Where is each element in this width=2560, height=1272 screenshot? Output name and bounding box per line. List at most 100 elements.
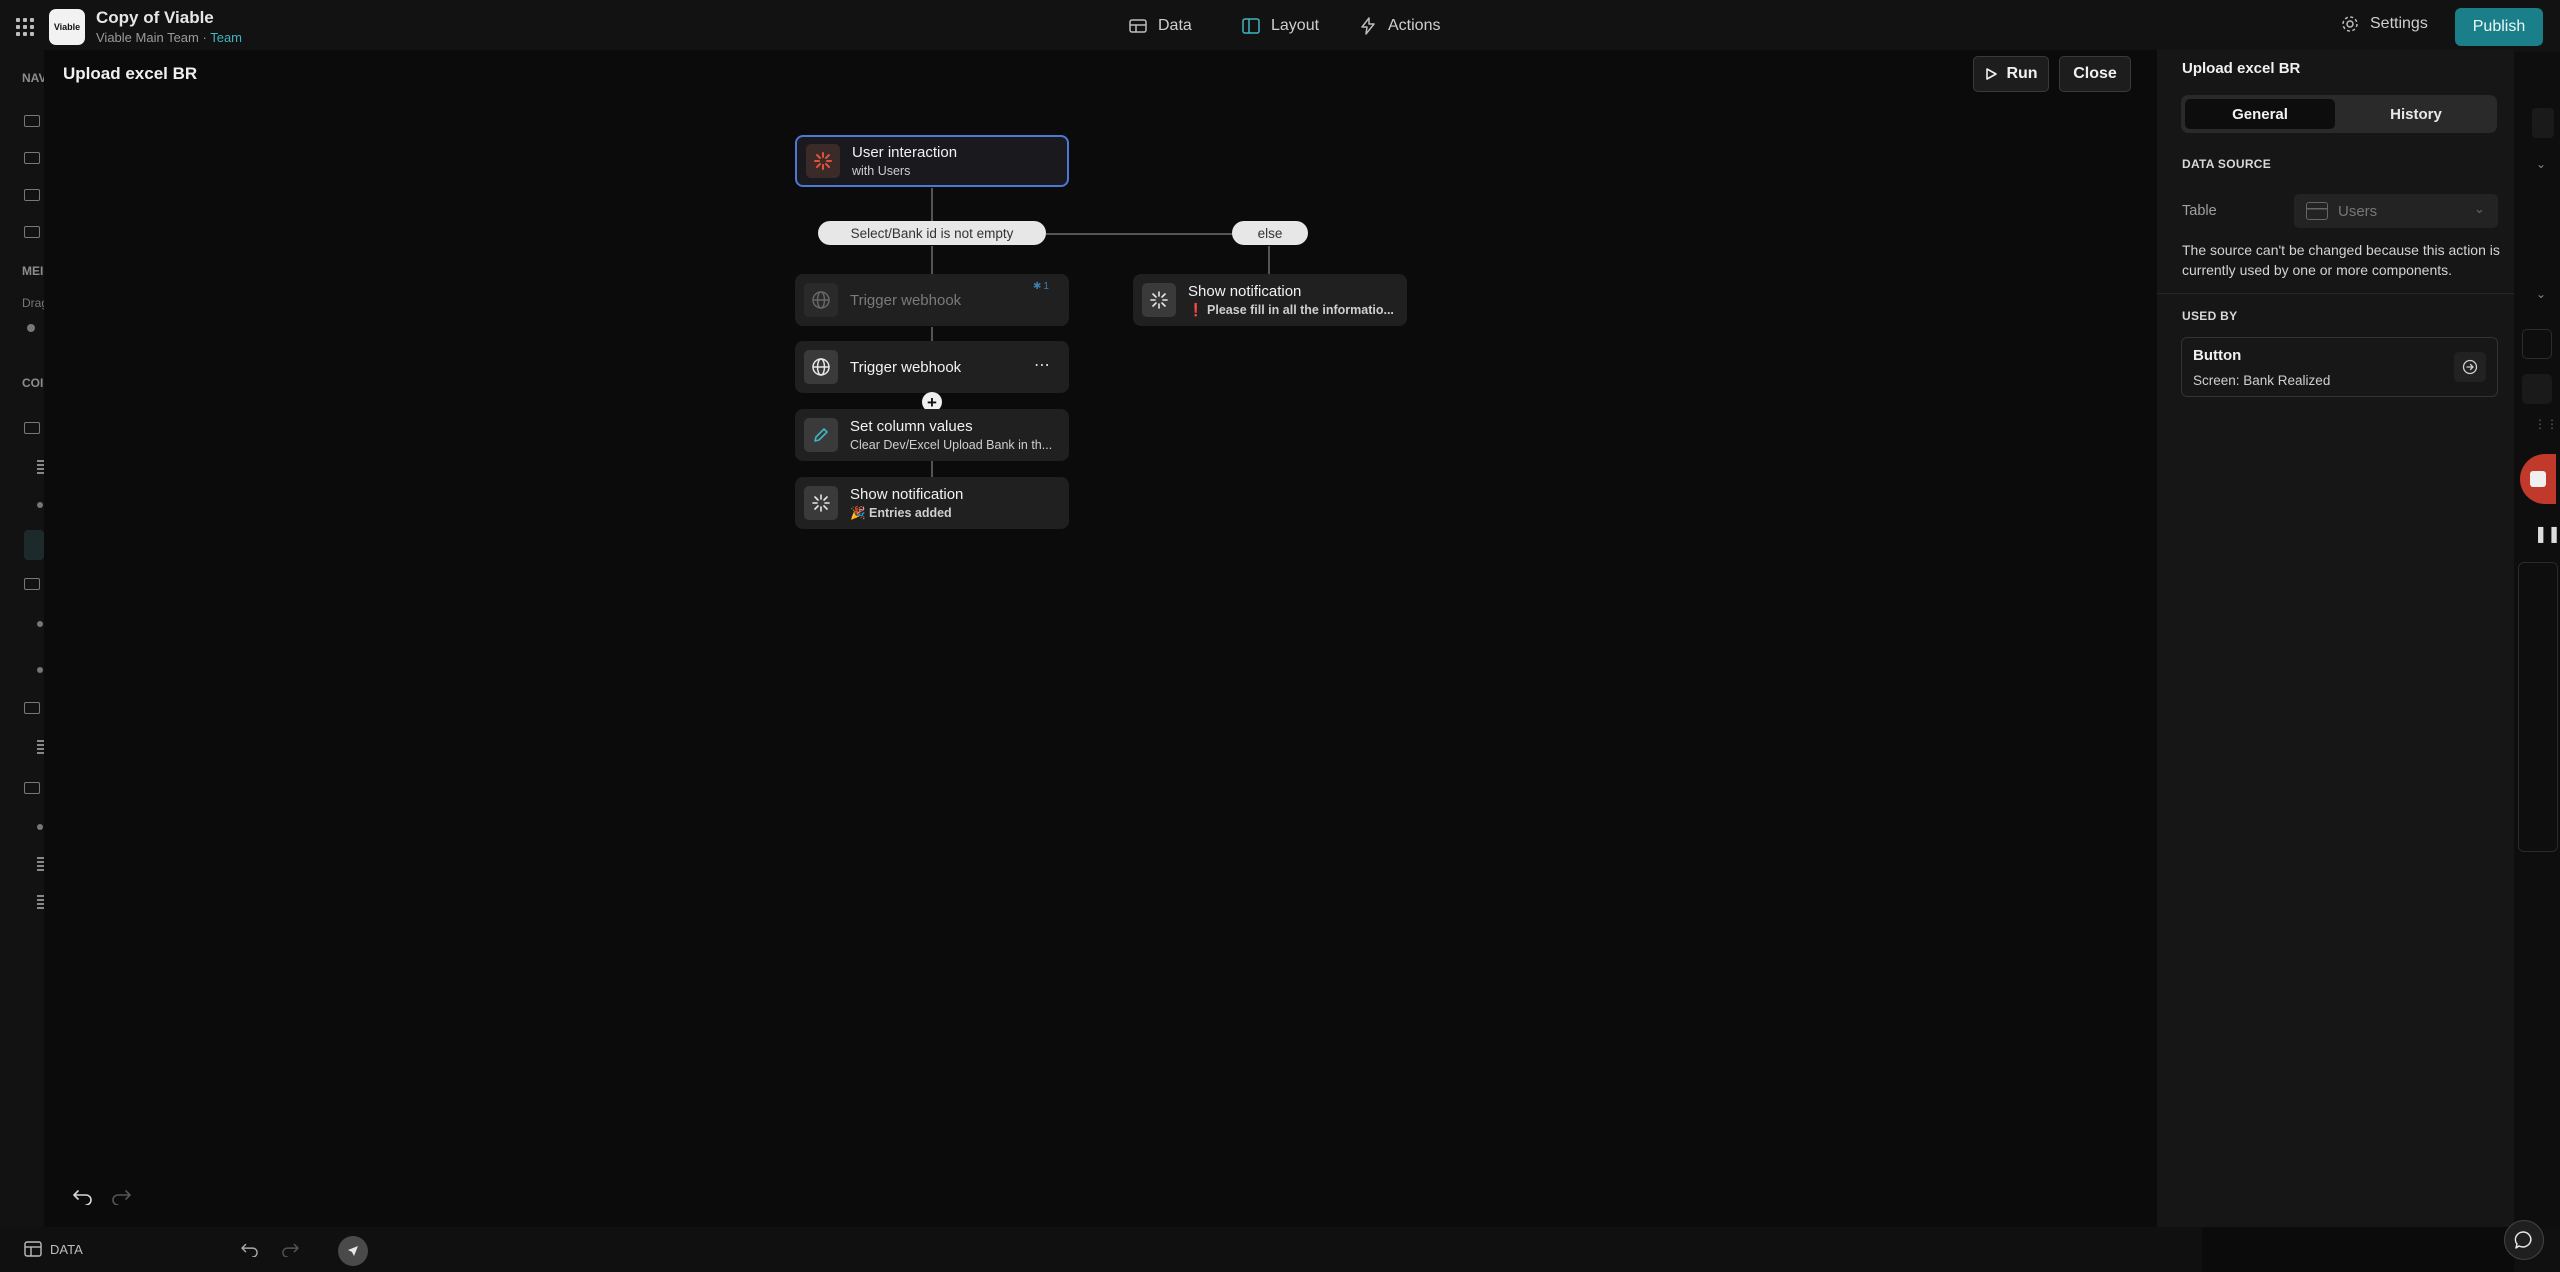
tab-history[interactable]: History [2339, 99, 2493, 129]
flow-connector [1268, 246, 1270, 274]
pause-icon[interactable]: ❚❚ [2534, 524, 2560, 544]
editor-section [2518, 562, 2558, 852]
chat-support-button[interactable] [2504, 1220, 2544, 1260]
settings-button[interactable]: Settings [2340, 14, 2428, 34]
duplicate-count: 1 [1043, 281, 1049, 292]
top-bar: Viable Copy of Viable Viable Main Team ·… [0, 0, 2560, 52]
component-icon[interactable] [37, 740, 44, 756]
node-subtitle: Clear Dev/Excel Upload Bank in th... [850, 438, 1053, 452]
table-icon [2306, 202, 2328, 220]
arrow-right-circle-icon [2462, 359, 2478, 375]
component-dot-icon[interactable] [37, 824, 43, 830]
go-to-component-button[interactable] [2454, 352, 2486, 382]
redo-icon[interactable] [110, 1187, 132, 1210]
component-dot-icon[interactable] [37, 502, 43, 508]
table-icon [1129, 19, 1147, 33]
component-dot-icon[interactable] [37, 667, 43, 673]
selected-component[interactable] [24, 530, 44, 560]
panel-title: Upload excel BR [2182, 60, 2301, 77]
stop-icon [2530, 471, 2546, 487]
chevron-down-icon[interactable]: ⌄ [2536, 157, 2546, 171]
used-by-card: Button Screen: Bank Realized [2181, 337, 2498, 397]
sidebar-menu-heading: MEI [22, 264, 44, 278]
pointer-click-icon [806, 144, 840, 178]
panel-tabs: General History [2181, 95, 2497, 133]
node-title: User interaction [852, 144, 958, 161]
chevron-down-icon[interactable]: ⌄ [2536, 287, 2546, 301]
team-name: Viable Main Team [96, 30, 199, 45]
chat-bubble-icon [2514, 1231, 2532, 1249]
undo-icon[interactable] [72, 1187, 94, 1210]
editor-field[interactable] [2522, 374, 2552, 404]
nav-layout[interactable]: Layout [1241, 14, 1319, 38]
container-icon[interactable] [24, 702, 40, 714]
container-icon[interactable] [24, 782, 40, 794]
redo-icon[interactable] [280, 1241, 300, 1262]
container-icon[interactable] [24, 422, 40, 434]
component-icon[interactable] [37, 895, 44, 911]
apps-grid-icon[interactable] [16, 18, 34, 36]
nav-actions[interactable]: Actions [1358, 14, 1440, 38]
flow-connector [931, 188, 933, 224]
flow-node-user-interaction[interactable]: User interaction with Users [795, 135, 1069, 187]
app-logo[interactable]: Viable [49, 9, 85, 45]
tab-general[interactable]: General [2185, 99, 2335, 129]
chevron-down-icon: ⌄ [2474, 201, 2485, 216]
close-button[interactable]: Close [2059, 56, 2131, 92]
action-settings-panel: Upload excel BR General History DATA SOU… [2157, 50, 2514, 1227]
used-by-screen: Screen: Bank Realized [2193, 373, 2331, 388]
editor-control[interactable] [2532, 108, 2554, 138]
editor-field[interactable] [2522, 329, 2552, 359]
screen-icon[interactable] [24, 226, 40, 238]
component-icon[interactable] [37, 857, 44, 873]
node-subtitle: with Users [852, 164, 911, 178]
else-branch[interactable]: else [1232, 221, 1308, 245]
screen-icon[interactable] [24, 189, 40, 201]
container-icon[interactable] [24, 578, 40, 590]
more-options-icon[interactable]: ⋯ [1034, 355, 1051, 375]
data-panel-toggle[interactable]: DATA [24, 1241, 83, 1257]
bottom-bar-right [2202, 1227, 2514, 1272]
team-link[interactable]: Team [210, 30, 242, 45]
undo-icon[interactable] [240, 1241, 260, 1262]
right-editor-background: ⌄ ⌄ ⋮⋮ ❚❚ [2514, 52, 2560, 1272]
flow-connector [931, 327, 933, 341]
flow-node-trigger-webhook-disabled[interactable]: Trigger webhook ✱ 1 [795, 274, 1069, 326]
screen-icon[interactable] [24, 152, 40, 164]
run-button[interactable]: Run [1973, 56, 2049, 92]
condition-branch[interactable]: Select/Bank id is not empty [818, 221, 1046, 245]
pencil-icon [804, 418, 838, 452]
flow-node-set-column-values[interactable]: Set column values Clear Dev/Excel Upload… [795, 409, 1069, 461]
select-tool-button[interactable] [338, 1236, 368, 1266]
table-select-value: Users [2338, 202, 2378, 220]
table-label: Table [2182, 203, 2217, 219]
component-dot-icon[interactable] [37, 621, 43, 627]
flow-node-trigger-webhook[interactable]: Trigger webhook ⋯ [795, 341, 1069, 393]
node-subtitle: 🎉 Entries added [850, 505, 952, 520]
flow-node-else-notification[interactable]: Show notification ❗ Please fill in all t… [1133, 274, 1407, 326]
app-title: Copy of Viable [96, 8, 214, 27]
layout-icon [1242, 18, 1260, 34]
screen-icon[interactable] [24, 115, 40, 127]
sparkle-icon [1142, 283, 1176, 317]
sparkle-icon: ✱ [1033, 281, 1042, 292]
node-title: Show notification [1188, 282, 1302, 300]
node-title: Trigger webhook [850, 358, 962, 376]
node-title: Trigger webhook [850, 291, 962, 309]
nav-data[interactable]: Data [1128, 14, 1192, 38]
sidebar-nav-heading: NAV [22, 71, 47, 85]
settings-label: Settings [2370, 15, 2428, 32]
flow-connector [931, 246, 933, 274]
run-label: Run [2006, 65, 2038, 82]
drag-handle-icon[interactable]: ⋮⋮ [2534, 417, 2558, 431]
cursor-icon [348, 1246, 358, 1256]
flow-node-show-notification[interactable]: Show notification 🎉 Entries added [795, 477, 1069, 529]
nav-actions-label: Actions [1388, 17, 1441, 34]
play-icon [1986, 68, 1998, 80]
component-icon[interactable] [37, 460, 44, 476]
sidebar-components-heading: COI [22, 376, 44, 390]
publish-button[interactable]: Publish [2455, 8, 2543, 46]
record-button[interactable] [2520, 454, 2556, 504]
action-title: Upload excel BR [63, 64, 198, 83]
data-toggle-label: DATA [50, 1241, 83, 1257]
